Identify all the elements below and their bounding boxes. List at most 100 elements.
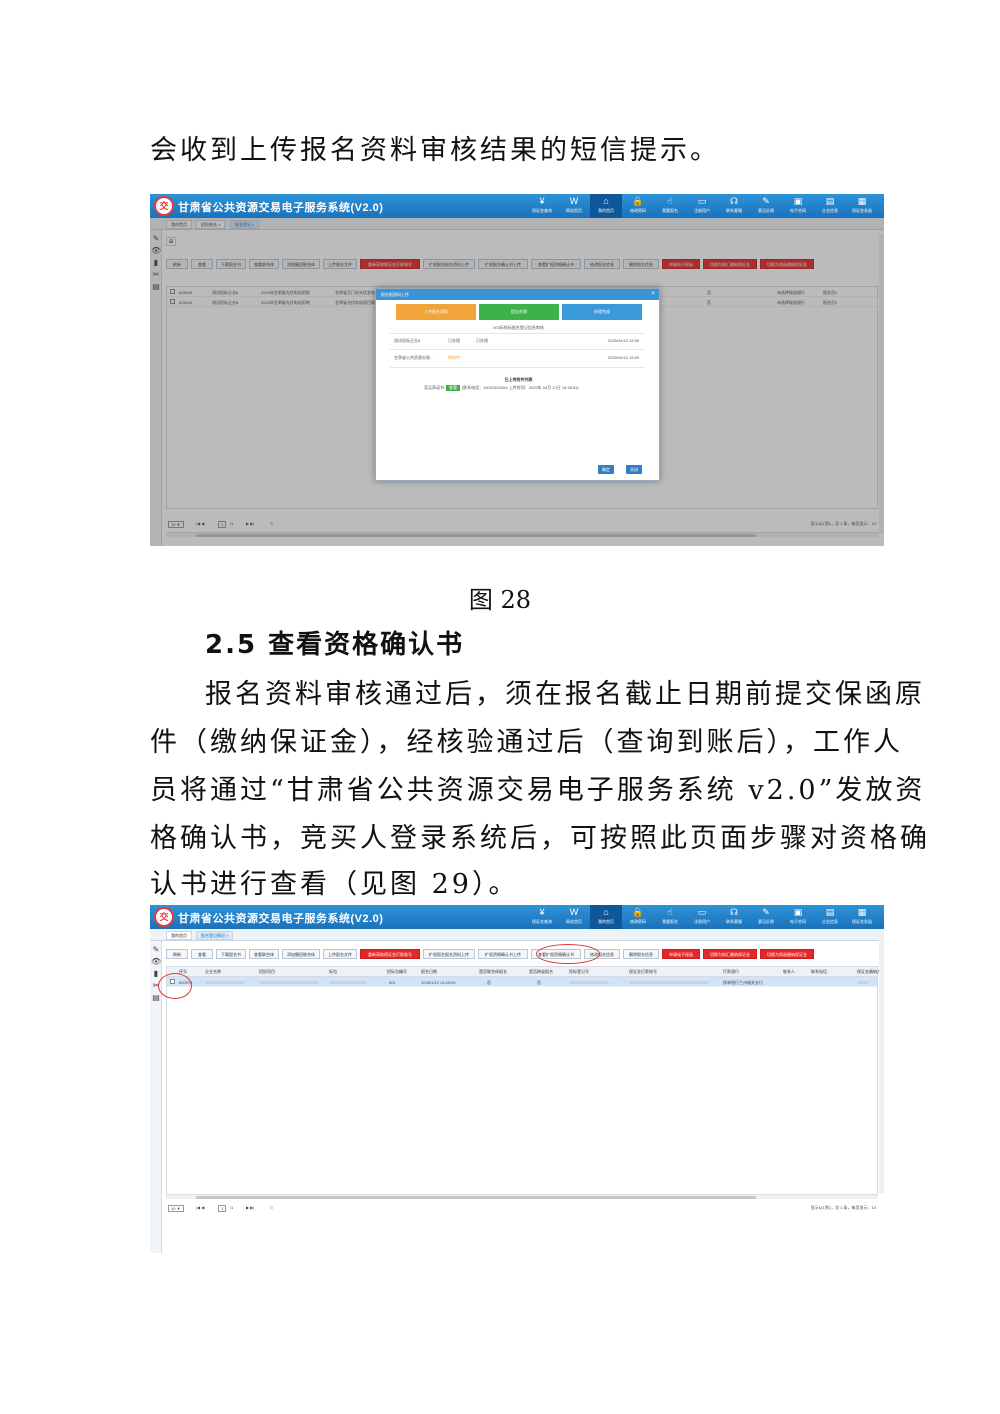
nav-item[interactable]: ✎ 意见反馈 — [750, 194, 782, 218]
top-nav: ¥ 保证金查询 W 网站首页 ⌂ 我的首页 🔒 修改密码 ☝ 我要报名 ▭ 注册用户 ☊ 联系客服 ✎ 意见反… — [526, 194, 878, 218]
tab-registration-status[interactable]: 报名登记情况 × — [196, 931, 234, 940]
record-name: 甘肃省公共资源交易... — [394, 355, 434, 360]
nav-item[interactable]: ☝ 我要报名 — [654, 194, 686, 218]
first-page-button[interactable]: |◀ ◀ — [196, 1205, 204, 1210]
nav-item[interactable]: ▣ 电子合同 — [782, 194, 814, 218]
nav-icon: ✎ — [762, 907, 770, 917]
column-header[interactable]: 是否跨省报名 — [529, 969, 553, 975]
column-header[interactable]: 报名日期 — [421, 969, 437, 975]
doc-text-line: 认书进行查看（见图 29）。 — [150, 869, 519, 900]
toolbar-button[interactable]: 刷新 — [166, 949, 188, 959]
close-button[interactable]: 关闭 — [626, 465, 642, 474]
column-header[interactable]: 联系人 — [783, 969, 795, 975]
nav-item[interactable]: ⌂ 我的首页 — [590, 194, 622, 218]
file-view-button[interactable]: 查看 — [446, 385, 460, 391]
column-header[interactable]: 联系电话 — [811, 969, 827, 975]
toolbar-button[interactable]: 删除报名信息 — [623, 949, 659, 959]
nav-item[interactable]: 🔒 修改密码 — [622, 905, 654, 929]
column-header[interactable]: 招标包编号 — [387, 969, 407, 975]
nav-label: 我的首页 — [598, 208, 614, 213]
nav-item[interactable]: ▭ 注册用户 — [686, 905, 718, 929]
pager-info: 显示从1到1，总 1 条，每页显示：10 — [810, 1205, 876, 1210]
data-grid: 序号 企业名称 招投项目 标包 招标包编号 报名日期 是否联合体报名 是否跨省报名 投标登记号保… — [166, 966, 884, 1198]
nav-icon: ☝ — [667, 196, 673, 206]
sidebar-icon[interactable]: ▮ — [151, 969, 161, 979]
doc-text-line: 报名资料审核通过后，须在报名截止日期前提交保函原 — [205, 679, 925, 710]
nav-label: 我的首页 — [598, 919, 614, 924]
toolbar-button[interactable]: 切换为纯汇缴纳保证金 — [703, 949, 757, 959]
nav-icon: ¥ — [539, 907, 545, 917]
toolbar-button[interactable]: 重新获取保证金打款账号 — [360, 949, 420, 959]
toolbar-button[interactable]: 扩权报名报名资料上传 — [423, 949, 475, 959]
nav-item[interactable]: ▤ 企业信息 — [814, 905, 846, 929]
horizontal-scrollbar[interactable] — [166, 1194, 878, 1199]
next-page-button[interactable]: ▶ ▶| — [246, 1205, 254, 1210]
toolbar-button[interactable]: 查看联合体 — [249, 949, 279, 959]
nav-icon: ¥ — [539, 196, 545, 206]
nav-label: 电子合同 — [790, 208, 806, 213]
column-header[interactable]: 企业名称 — [205, 969, 221, 975]
nav-item[interactable]: ⌂ 我的首页 — [590, 905, 622, 929]
nav-item[interactable]: ¥ 保证金查询 — [526, 194, 558, 218]
nav-label: 注册用户 — [694, 919, 710, 924]
close-icon[interactable]: × — [651, 289, 655, 300]
doc-text-line: 件（缴纳保证金），经核验通过后（查询到账后），工作人 — [150, 727, 903, 758]
nav-item[interactable]: ☝ 我要报名 — [654, 905, 686, 929]
toolbar-button[interactable]: 扩权资格确认书上传 — [478, 949, 528, 959]
column-header[interactable]: 标包 — [329, 969, 337, 975]
nav-item[interactable]: W 网站首页 — [558, 194, 590, 218]
column-header[interactable]: 保证金打款账号 — [629, 969, 657, 975]
cell-bid-number: 001 — [389, 980, 396, 985]
nav-item[interactable]: ▦ 保证金发函 — [846, 194, 878, 218]
nav-label: 电子合同 — [790, 919, 806, 924]
step-done: 办理完成 — [562, 304, 642, 320]
record-status-2: 已办理 — [476, 338, 488, 343]
toolbar-button[interactable]: 查看 — [191, 949, 213, 959]
column-header[interactable]: 打款银行 — [723, 969, 739, 975]
nav-item[interactable]: ☊ 联系客服 — [718, 194, 750, 218]
nav-item[interactable]: ▣ 电子合同 — [782, 905, 814, 929]
app-title: 甘肃省公共资源交易电子服务系统(V2.0) — [178, 202, 384, 214]
nav-item[interactable]: 🔒 修改密码 — [622, 194, 654, 218]
app-logo: 交 — [154, 907, 174, 927]
table-row[interactable]: 620973 001 2025/1/12 13:49:00 否 否 保单银行兰州… — [167, 977, 877, 987]
nav-item[interactable]: ✎ 意见反馈 — [750, 905, 782, 929]
nav-item[interactable]: W 网站首页 — [558, 905, 590, 929]
nav-label: 我要报名 — [662, 208, 678, 213]
nav-label: 保证金发函 — [852, 208, 872, 213]
nav-item[interactable]: ▭ 注册用户 — [686, 194, 718, 218]
nav-label: 修改密码 — [630, 208, 646, 213]
nav-item[interactable]: ☊ 联系客服 — [718, 905, 750, 929]
sidebar-icon[interactable]: 👁 — [151, 957, 161, 967]
ok-button[interactable]: 确定 — [598, 465, 614, 474]
nav-item[interactable]: ¥ 保证金查询 — [526, 905, 558, 929]
page-input[interactable]: 1 — [218, 1205, 227, 1212]
tab-home[interactable]: 我的首页 — [166, 931, 192, 940]
nav-label: 注册用户 — [694, 208, 710, 213]
nav-label: 保证金查询 — [532, 919, 552, 924]
nav-icon: ▦ — [857, 196, 867, 206]
toolbar-button[interactable]: 添加撤回联合体 — [282, 949, 320, 959]
doc-text-line: 会收到上传报名资料审核结果的短信提示。 — [150, 135, 720, 166]
page-size-select[interactable]: 10 ▼ — [168, 1205, 184, 1212]
toolbar-button[interactable]: 上传报名文件 — [323, 949, 357, 959]
sidebar-icon[interactable]: ✎ — [151, 945, 161, 955]
toolbar-button[interactable]: 切换为保函缴纳保证金 — [760, 949, 814, 959]
nav-item[interactable]: ▦ 保证金发函 — [846, 905, 878, 929]
refresh-icon[interactable]: ↻ — [270, 1205, 273, 1210]
nav-icon: ⌂ — [603, 196, 609, 206]
column-header[interactable]: 招投项目 — [259, 969, 275, 975]
cell-joint: 否 — [487, 980, 491, 985]
toolbar-button[interactable]: 申请电子保函 — [662, 949, 700, 959]
record-time: 2025/04/10 15:09 — [608, 338, 640, 343]
sidebar-icon[interactable]: ▤ — [151, 993, 161, 1003]
nav-item[interactable]: ▤ 企业信息 — [814, 194, 846, 218]
section-heading: 2.5 查看资格确认书 — [205, 630, 465, 660]
column-header[interactable]: 是否联合体报名 — [479, 969, 507, 975]
toolbar-button[interactable]: 下载报名书 — [216, 949, 246, 959]
column-header[interactable]: 投标登记号 — [569, 969, 589, 975]
vertical-scrollbar[interactable] — [879, 933, 884, 1193]
page-total: /1 — [230, 1205, 234, 1210]
dialog-subtitle: 003标投标报名登记信息审核 — [493, 325, 544, 330]
doc-text-line: 格确认书，竞买人登录系统后，可按照此页面步骤对资格确 — [150, 823, 930, 854]
